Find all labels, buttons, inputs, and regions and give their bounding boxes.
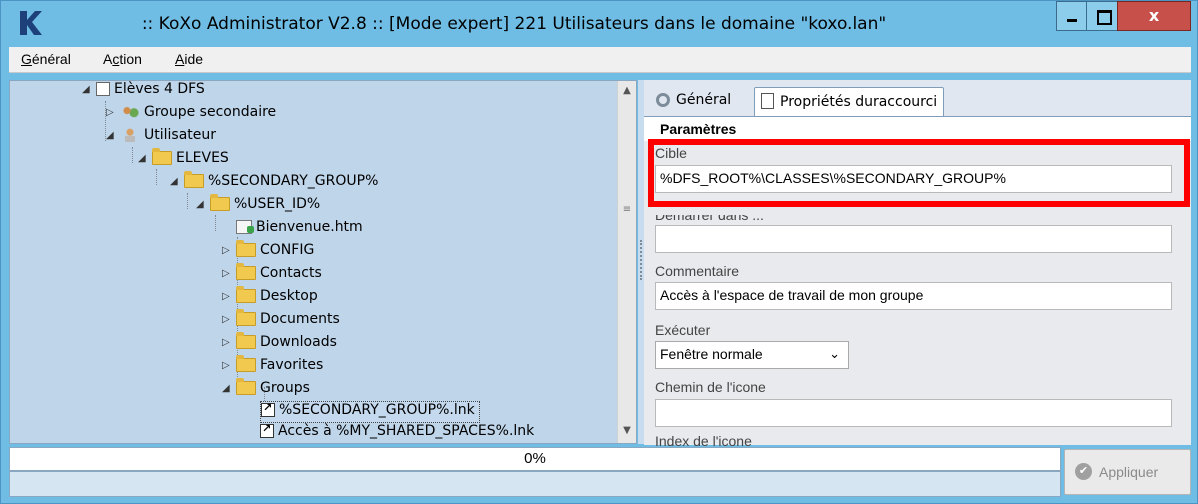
tree-node[interactable]: Accès à %MY_SHARED_SPACES%.lnk <box>260 422 534 443</box>
tree-node[interactable]: ◢ Elèves 4 DFS <box>82 81 205 103</box>
htm-file-icon <box>236 220 254 234</box>
tree-node[interactable]: ◢ %SECONDARY_GROUP% <box>170 171 378 195</box>
title-bar[interactable]: :: KoXo Administrator V2.8 :: [Mode expe… <box>1 1 1197 47</box>
icon-path-label: Chemin de l'icone <box>655 379 766 395</box>
close-button[interactable]: x <box>1117 1 1191 31</box>
tree-node[interactable]: ▷ Desktop <box>222 286 318 310</box>
menu-general[interactable]: Général <box>21 51 71 67</box>
highlight-box <box>648 139 1190 207</box>
collapse-icon[interactable]: ◢ <box>196 199 210 210</box>
expand-icon[interactable]: ▷ <box>222 360 236 371</box>
collapse-icon[interactable]: ◢ <box>138 153 152 164</box>
tab-general[interactable]: Général <box>650 87 737 116</box>
expand-icon[interactable]: ▷ <box>222 268 236 279</box>
scroll-down-icon[interactable]: ▼ <box>620 425 634 439</box>
folder-icon <box>236 378 256 395</box>
shortcut-icon <box>260 422 274 438</box>
close-icon: x <box>1148 6 1160 25</box>
tree-node[interactable]: ▷ Contacts <box>222 263 322 287</box>
tree-content: ◢ Elèves 4 DFS ▷ Groupe secondaire ◢ Utilis… <box>10 81 618 443</box>
apply-button[interactable]: ✔ Appliquer <box>1064 449 1191 495</box>
run-select[interactable]: Fenêtre normale ⌄ <box>655 341 849 369</box>
tab-shortcut-properties[interactable]: Propriétés duraccourci <box>754 87 945 116</box>
user-icon <box>120 128 140 142</box>
tree-node[interactable]: Bienvenue.htm <box>222 219 363 241</box>
expand-icon[interactable]: ▷ <box>222 337 236 348</box>
app-window: :: KoXo Administrator V2.8 :: [Mode expe… <box>0 0 1198 504</box>
minimize-button[interactable] <box>1056 1 1087 31</box>
shortcut-icon <box>261 401 275 417</box>
maximize-button[interactable] <box>1086 1 1118 31</box>
run-label: Exécuter <box>655 322 711 338</box>
folder-icon <box>236 332 256 349</box>
expand-icon[interactable]: ▷ <box>222 245 236 256</box>
check-icon: ✔ <box>1075 463 1092 480</box>
tree-node[interactable]: ▷ Downloads <box>222 332 337 356</box>
tree-scrollbar[interactable]: ▲ ≡ ▼ <box>617 81 636 443</box>
group-icon <box>120 105 140 119</box>
page-icon <box>761 93 774 109</box>
comment-field[interactable]: Accès à l'espace de travail de mon group… <box>655 282 1172 310</box>
menu-aide[interactable]: Aide <box>175 51 203 67</box>
collapse-icon[interactable]: ◢ <box>222 383 236 394</box>
folder-icon <box>210 194 230 211</box>
folder-icon <box>236 309 256 326</box>
tree-view[interactable]: ◢ Elèves 4 DFS ▷ Groupe secondaire ◢ Utilis… <box>9 80 637 444</box>
folder-icon <box>236 263 256 280</box>
gear-icon <box>656 93 670 107</box>
section-title: Paramètres <box>660 121 737 137</box>
start-in-field[interactable] <box>655 225 1172 253</box>
chevron-down-icon: ⌄ <box>829 346 840 361</box>
expand-icon[interactable]: ▷ <box>222 314 236 325</box>
folder-icon <box>236 355 256 372</box>
window-title: :: KoXo Administrator V2.8 :: [Mode expe… <box>141 14 887 34</box>
tree-node[interactable]: ▷ Groupe secondaire <box>106 104 276 126</box>
tree-node[interactable]: ◢ Utilisateur <box>106 127 216 149</box>
document-icon <box>96 82 110 96</box>
scroll-up-icon[interactable]: ▲ <box>620 85 634 99</box>
properties-panel: Général Propriétés duraccourci Paramètre… <box>644 80 1191 449</box>
folder-icon <box>184 171 204 188</box>
tree-node[interactable]: ▷ CONFIG <box>222 240 314 264</box>
collapse-icon[interactable]: ◢ <box>170 176 184 187</box>
tree-node[interactable]: ▷ Documents <box>222 309 340 333</box>
folder-icon <box>236 240 256 257</box>
comment-label: Commentaire <box>655 263 740 279</box>
tree-node[interactable]: ◢ %USER_ID% <box>196 194 320 218</box>
menu-action[interactable]: Action <box>103 51 142 67</box>
collapse-icon[interactable]: ◢ <box>106 130 120 141</box>
menu-bar: Général Action Aide <box>9 47 1191 73</box>
tree-node[interactable]: ◢ ELEVES <box>138 148 229 172</box>
tree-node-selected[interactable]: %SECONDARY_GROUP%.lnk <box>260 401 480 423</box>
folder-icon <box>152 148 172 165</box>
tab-strip: Général Propriétés duraccourci <box>644 80 1191 116</box>
icon-path-field[interactable] <box>655 399 1172 427</box>
collapse-icon[interactable]: ◢ <box>82 84 96 95</box>
tree-node[interactable]: ◢ Groups <box>222 378 310 402</box>
expand-icon[interactable]: ▷ <box>222 291 236 302</box>
progress-bar: 0% <box>9 447 1061 471</box>
status-bar <box>9 471 1061 497</box>
expand-icon[interactable]: ▷ <box>106 107 120 118</box>
start-in-label: Démarrer dans ... <box>655 207 764 223</box>
folder-icon <box>236 286 256 303</box>
tree-node[interactable]: ▷ Favorites <box>222 355 323 379</box>
scroll-grip-icon[interactable]: ≡ <box>622 205 632 215</box>
